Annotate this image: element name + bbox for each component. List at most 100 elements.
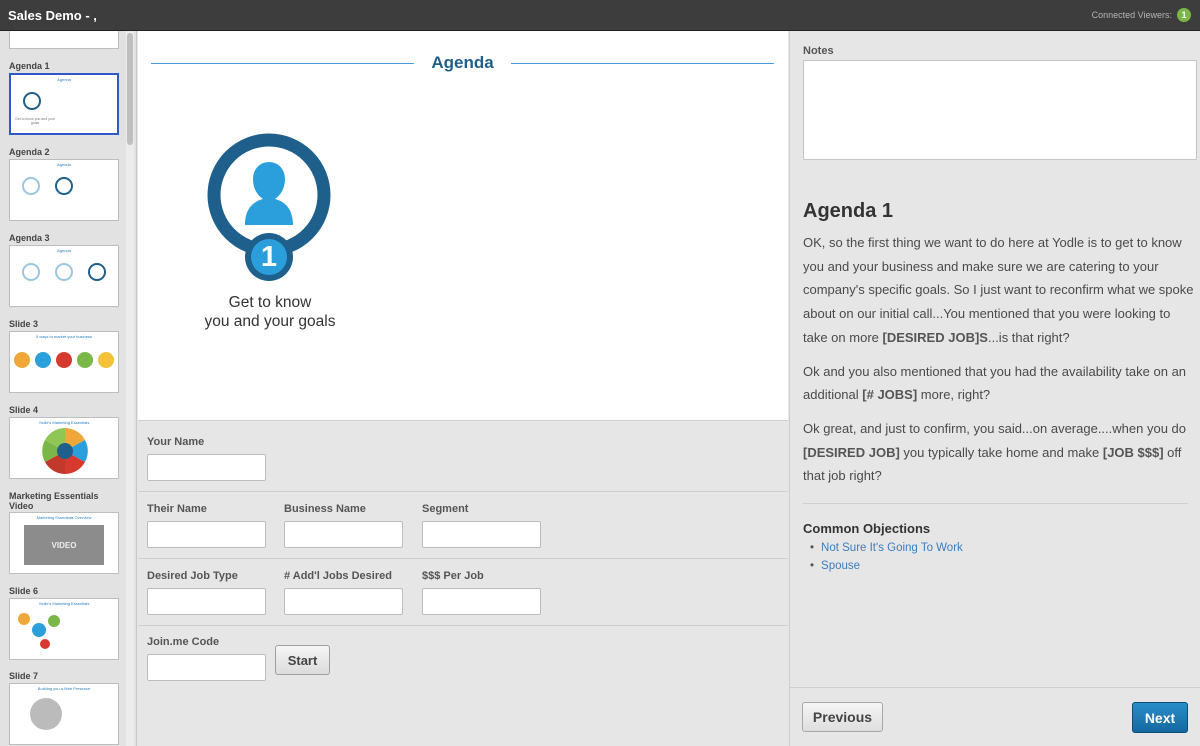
script-panel: Notes Agenda 1 OK, so the first thing we… (789, 31, 1200, 746)
gear-icon (18, 613, 30, 625)
scrollbar-thumb[interactable] (127, 33, 133, 145)
heading-rule-left (151, 63, 414, 64)
objections-list: Not Sure It's Going To Work Spouse (810, 539, 963, 575)
per-job-label: $$$ Per Job (422, 570, 484, 582)
their-name-input[interactable] (147, 521, 266, 548)
thumbnail-label: Slide 6 (9, 586, 39, 596)
thumbnail-image[interactable]: Building you a Web Presence (9, 683, 119, 745)
app-title: Sales Demo - , (8, 8, 97, 23)
addl-jobs-group: # Add'l Jobs Desired (284, 569, 403, 615)
pie-wheel-icon (42, 428, 88, 474)
your-name-group: Your Name (147, 435, 266, 481)
sidebar-scrollbar[interactable] (126, 31, 134, 746)
script-text: OK, so the first thing we want to do her… (803, 235, 1194, 345)
form-row: Their Name Business Name Segment (138, 492, 788, 559)
thumbnail-item-agenda-2[interactable]: Agenda 2 Agenda (9, 147, 119, 221)
per-job-input[interactable] (422, 588, 541, 615)
thumbnail-image[interactable]: Agenda (9, 245, 119, 307)
person-goal-icon: 1 (207, 131, 335, 283)
gear-icon (32, 623, 46, 637)
thumbnail-label: Marketing Essentials Video (9, 491, 99, 511)
addl-jobs-input[interactable] (284, 588, 403, 615)
business-name-input[interactable] (284, 521, 403, 548)
business-name-group: Business Name (284, 502, 403, 548)
desired-job-type-input[interactable] (147, 588, 266, 615)
gear-icon (40, 639, 50, 649)
joinme-code-label: Join.me Code (147, 636, 220, 648)
business-name-label: Business Name (284, 503, 366, 515)
thumbnail-label: Slide 3 (9, 319, 39, 329)
thumbnail-image[interactable]: Agenda (9, 159, 119, 221)
thumbnail-mini-title: Agenda (57, 162, 71, 167)
script-placeholder: [DESIRED JOB] (803, 444, 900, 460)
next-button[interactable]: Next (1132, 702, 1188, 733)
circle-icon (77, 352, 93, 368)
thumbnail-item-slide-4[interactable]: Slide 4 Yodle's Marketing Essentials (9, 405, 119, 479)
thumbnail-mini-title: Building you a Web Presence (37, 686, 91, 691)
script-text: you typically take home and make (899, 444, 1103, 460)
circle-icon (56, 352, 72, 368)
thumbnail-image[interactable]: 5 ways to market your business (9, 331, 119, 393)
form-row: Your Name (138, 421, 788, 492)
video-placeholder: VIDEO (24, 525, 104, 565)
segment-input[interactable] (422, 521, 541, 548)
person-icon (23, 92, 41, 110)
slide-thumbnail-previous[interactable] (9, 31, 119, 49)
joinme-code-group: Join.me Code (147, 635, 266, 681)
script-placeholder: [# JOBS] (862, 387, 918, 403)
step-number-badge: 1 (260, 241, 278, 273)
objections-title: Common Objections (803, 521, 931, 536)
slide-preview: Agenda 1 Get to know you and your goals (138, 31, 788, 421)
thumbnail-image[interactable]: Marketing Essentials Overview VIDEO (9, 512, 119, 574)
person-icon (22, 263, 40, 281)
thumbnail-image[interactable]: Yodle's Marketing Essentials (9, 417, 119, 479)
circle-icon (14, 352, 30, 368)
thumbnail-label: Agenda 2 (9, 147, 50, 157)
script-placeholder: [JOB $$$] (1102, 444, 1164, 460)
section-divider (803, 503, 1188, 504)
script-placeholder: [DESIRED JOB]S (882, 329, 988, 345)
top-bar: Sales Demo - , Connected Viewers: 1 (0, 0, 1200, 31)
thumbnail-image[interactable]: Yodle's Marketing Essentials (9, 598, 119, 660)
chart-icon (55, 177, 73, 195)
script-text: more, right? (917, 387, 991, 403)
chart-icon (55, 263, 73, 281)
script-paragraph: Ok and you also mentioned that you had t… (803, 360, 1195, 407)
checkmark-icon (88, 263, 106, 281)
thumbnail-image[interactable]: Agenda Get to know you and your goals (9, 73, 119, 135)
thumbnail-item-agenda-1[interactable]: Agenda 1 Agenda Get to know you and your… (9, 61, 119, 135)
circle-icon (35, 352, 51, 368)
ring-chart-icon (30, 698, 62, 730)
previous-button[interactable]: Previous (802, 702, 883, 732)
segment-group: Segment (422, 502, 541, 548)
slide-caption-line1: Get to know (228, 294, 312, 311)
script-paragraph: OK, so the first thing we want to do her… (803, 231, 1195, 350)
per-job-group: $$$ Per Job (422, 569, 541, 615)
objection-link[interactable]: Spouse (810, 557, 963, 575)
addl-jobs-label: # Add'l Jobs Desired (284, 570, 392, 582)
segment-label: Segment (422, 503, 469, 515)
their-name-label: Their Name (147, 503, 207, 515)
script-paragraph: Ok great, and just to confirm, you said.… (803, 417, 1195, 488)
thumbnail-item-slide-6[interactable]: Slide 6 Yodle's Marketing Essentials (9, 586, 119, 660)
script-text: Ok and you also mentioned that you had t… (803, 363, 1187, 403)
objection-link[interactable]: Not Sure It's Going To Work (810, 539, 963, 557)
thumbnail-item-slide-7[interactable]: Slide 7 Building you a Web Presence (9, 671, 119, 745)
your-name-input[interactable] (147, 454, 266, 481)
slide-title: Agenda (431, 53, 494, 72)
joinme-code-input[interactable] (147, 654, 266, 681)
form-row: Desired Job Type # Add'l Jobs Desired $$… (138, 559, 788, 626)
thumbnail-label: Agenda 1 (9, 61, 50, 71)
desired-job-type-label: Desired Job Type (147, 570, 238, 582)
thumbnail-item-marketing-video[interactable]: Marketing Essentials Video Marketing Ess… (9, 491, 119, 574)
viewers-count-badge: 1 (1177, 8, 1191, 22)
thumbnail-item-agenda-3[interactable]: Agenda 3 Agenda (9, 233, 119, 307)
thumbnail-mini-title: Agenda (57, 248, 71, 253)
their-name-group: Their Name (147, 502, 266, 548)
start-button[interactable]: Start (275, 645, 330, 675)
thumbnail-item-slide-3[interactable]: Slide 3 5 ways to market your business (9, 319, 119, 393)
notes-textarea[interactable] (803, 60, 1197, 160)
thumbnail-mini-caption: Get to know you and your goals (15, 117, 55, 125)
connected-viewers: Connected Viewers: 1 (1092, 8, 1191, 22)
thumbnail-mini-title: Marketing Essentials Overview (36, 515, 92, 520)
